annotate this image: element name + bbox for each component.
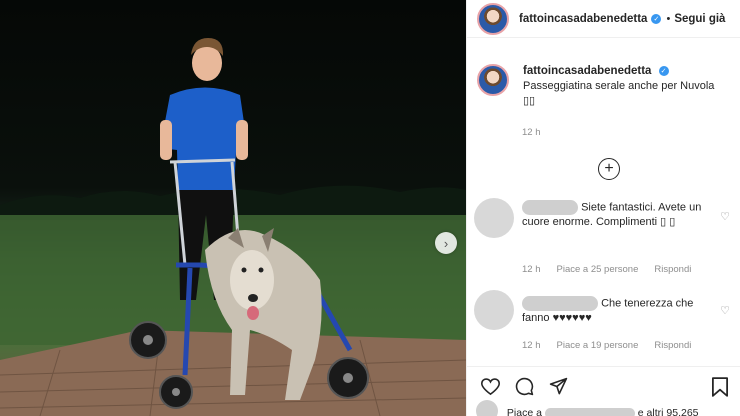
redacted-username: [522, 296, 598, 311]
comment-meta: 12 h Piace a 25 persone Rispondi: [522, 264, 691, 275]
redacted-username: [522, 200, 578, 215]
load-more-comments-button[interactable]: +: [598, 158, 620, 180]
caption-author-avatar[interactable]: [477, 64, 509, 96]
post-photo: ›: [0, 0, 466, 416]
likes-summary: Piace a e altri 95.265: [476, 400, 699, 416]
redacted-username: [544, 407, 635, 416]
paper-plane-icon: [549, 377, 567, 395]
verified-badge-icon: ✓: [658, 66, 669, 77]
reply-button[interactable]: Rispondi: [654, 264, 691, 275]
post-header: fattoincasadabenedetta ✓ • Segui già: [467, 0, 740, 38]
comment-body: Siete fantastici. Avete un cuore enorme.…: [522, 200, 712, 230]
comment-item: Che tenerezza che fanno ♥♥♥♥♥♥ ♡ 12 h Pi…: [474, 290, 736, 360]
comment-time: 12 h: [522, 264, 541, 275]
comment-meta: 12 h Piace a 19 persone Rispondi: [522, 340, 691, 351]
photo-scene: [0, 38, 466, 416]
post-action-bar: [466, 366, 740, 406]
comment-like-heart-icon[interactable]: ♡: [720, 304, 730, 317]
comment-item: Siete fantastici. Avete un cuore enorme.…: [474, 198, 736, 283]
comment-body: Che tenerezza che fanno ♥♥♥♥♥♥: [522, 296, 712, 326]
plus-circle-icon: +: [604, 160, 614, 177]
heart-icon: [480, 377, 500, 395]
likes-prefix: Piace a: [506, 406, 542, 416]
share-button[interactable]: [548, 377, 568, 397]
comment-likes-count[interactable]: Piace a 25 persone: [557, 264, 639, 275]
chevron-right-icon: ›: [443, 235, 449, 251]
comment-button[interactable]: [514, 377, 534, 397]
commenter-avatar[interactable]: [474, 198, 514, 238]
liker-avatar[interactable]: [476, 400, 498, 416]
following-button[interactable]: Segui già: [674, 13, 725, 25]
caption-emoji: ▯▯: [523, 95, 536, 107]
author-username[interactable]: fattoincasadabenedetta: [519, 13, 647, 25]
caption-text: Passeggiatina serale anche per Nuvola: [523, 80, 715, 92]
author-avatar[interactable]: [477, 2, 509, 35]
comment-likes-count[interactable]: Piace a 19 persone: [557, 340, 639, 351]
reply-button[interactable]: Rispondi: [654, 340, 691, 351]
comment-bubble-icon: [515, 377, 533, 396]
caption-timestamp: 12 h: [522, 127, 541, 138]
caption-username[interactable]: fattoincasadabenedetta: [523, 65, 651, 77]
comment-time: 12 h: [522, 340, 541, 351]
verified-badge-icon: ✓: [651, 13, 662, 24]
post-caption: fattoincasadabenedetta ✓ Passeggiatina s…: [477, 64, 732, 109]
next-photo-button[interactable]: ›: [435, 232, 457, 254]
bookmark-icon: [712, 376, 728, 397]
like-button[interactable]: [480, 377, 500, 397]
commenter-avatar[interactable]: [474, 290, 514, 330]
likes-suffix[interactable]: e altri 95.265: [638, 407, 699, 416]
comment-like-heart-icon[interactable]: ♡: [720, 210, 730, 223]
save-button[interactable]: [710, 376, 730, 397]
header-separator: •: [666, 12, 671, 25]
